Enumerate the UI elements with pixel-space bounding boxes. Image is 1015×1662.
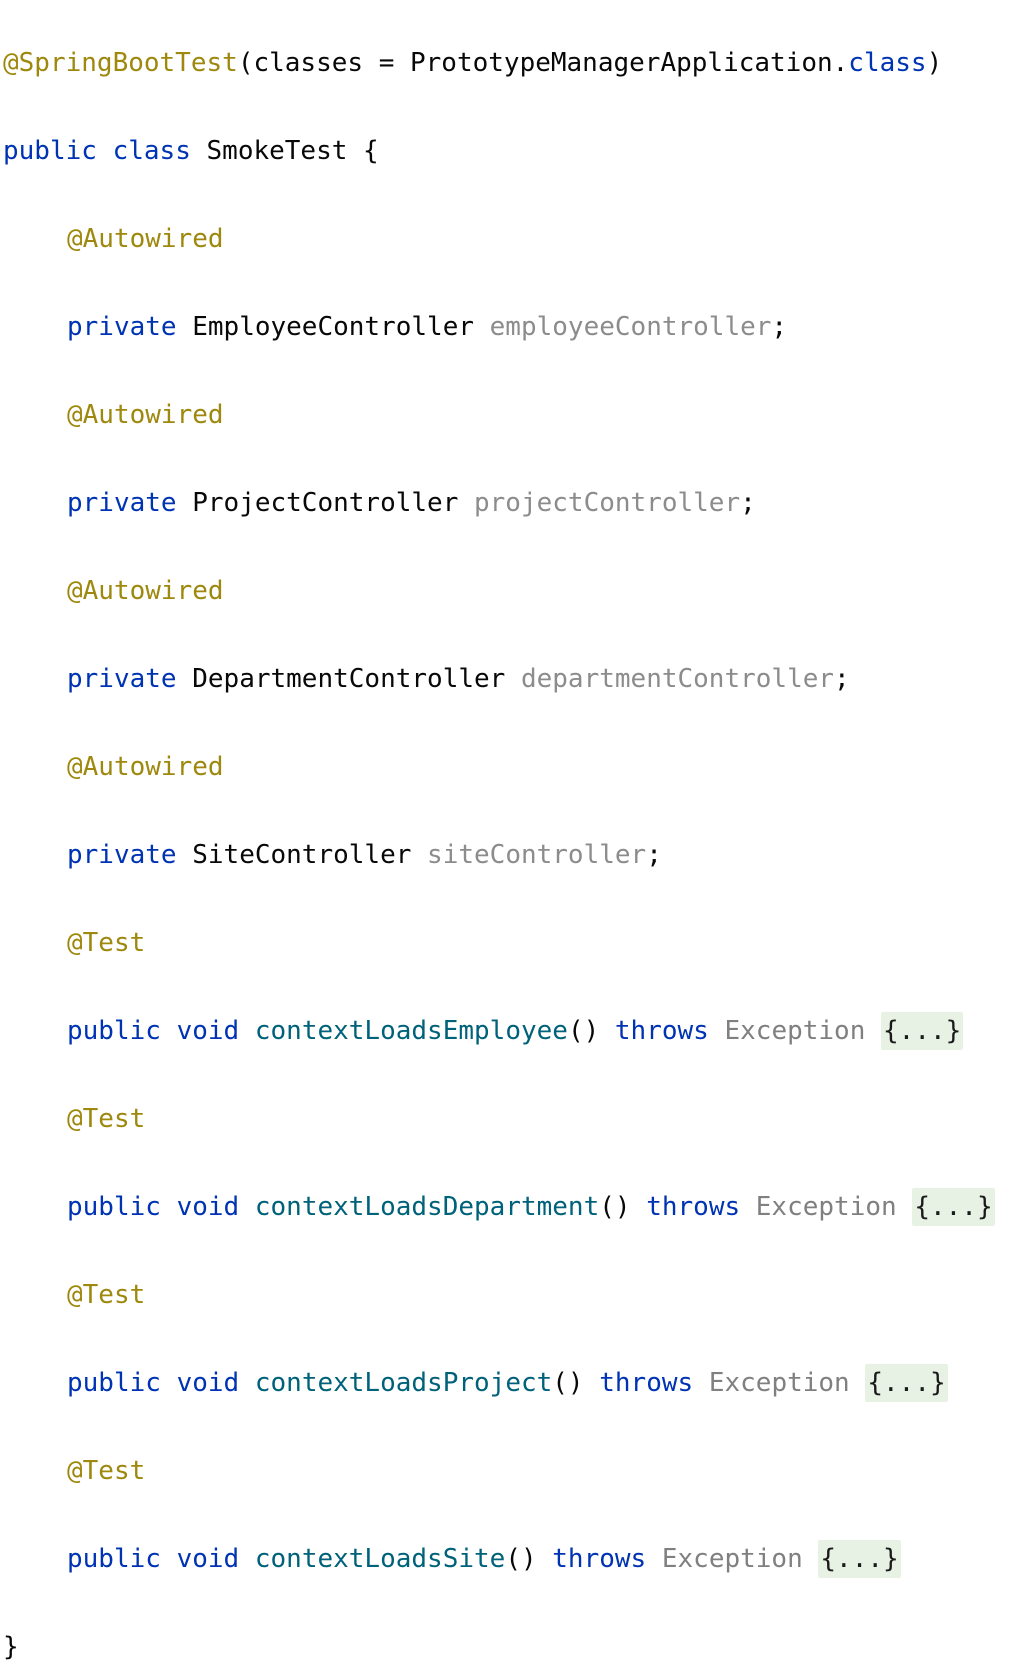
keyword: void [176, 1368, 240, 1398]
code-line: @Test [3, 1097, 995, 1141]
type-name: ProjectController [192, 488, 459, 518]
annotation: @Test [67, 1456, 146, 1486]
keyword: private [67, 488, 177, 518]
method-name: contextLoadsEmployee [254, 1016, 568, 1046]
annotation: @Test [67, 1280, 146, 1310]
code-line: @SpringBootTest(classes = PrototypeManag… [3, 41, 995, 85]
code-line: @Autowired [3, 745, 995, 789]
keyword: public [67, 1016, 161, 1046]
keyword: private [67, 664, 177, 694]
keyword: throws [552, 1544, 647, 1574]
code-line: @Test [3, 921, 995, 965]
field-name: employeeController [489, 312, 772, 342]
semicolon: ; [646, 840, 662, 870]
method-name: contextLoadsDepartment [254, 1192, 600, 1222]
parens: () [552, 1368, 584, 1398]
code-line: private DepartmentController departmentC… [3, 657, 995, 701]
code-block: @SpringBootTest(classes = PrototypeManag… [3, 0, 995, 1662]
code-line: private ProjectController projectControl… [3, 481, 995, 525]
folded-body-toggle[interactable]: {...} [912, 1188, 995, 1226]
keyword: public [67, 1544, 161, 1574]
class-name: SmokeTest [206, 136, 348, 166]
exception-type: Exception [755, 1192, 897, 1222]
keyword: void [176, 1544, 240, 1574]
code-line: public class SmokeTest { [3, 129, 995, 173]
semicolon: ; [740, 488, 756, 518]
folded-body-toggle[interactable]: {...} [818, 1540, 901, 1578]
folded-body-toggle[interactable]: {...} [865, 1364, 948, 1402]
field-name: departmentController [520, 664, 835, 694]
keyword: public [67, 1192, 161, 1222]
parens: () [599, 1192, 631, 1222]
annotation: @Autowired [67, 400, 224, 430]
type-name: DepartmentController [192, 664, 506, 694]
annotation: @Autowired [67, 224, 224, 254]
keyword: void [176, 1192, 240, 1222]
semicolon: ; [771, 312, 788, 342]
keyword: throws [646, 1192, 741, 1222]
exception-type: Exception [724, 1016, 866, 1046]
code-line: public void contextLoadsProject() throws… [3, 1361, 995, 1405]
keyword: class [112, 136, 191, 166]
exception-type: Exception [661, 1544, 803, 1574]
code-line: public void contextLoadsEmployee() throw… [3, 1009, 995, 1053]
parens: () [505, 1544, 537, 1574]
code-line: @Test [3, 1273, 995, 1317]
annotation: @Test [67, 1104, 146, 1134]
method-name: contextLoadsProject [254, 1368, 553, 1398]
parens: () [567, 1016, 600, 1046]
keyword: class [848, 48, 927, 78]
keyword: public [67, 1368, 161, 1398]
annotation: @Test [67, 928, 146, 958]
keyword: void [176, 1016, 240, 1046]
keyword: private [67, 840, 177, 870]
keyword: throws [614, 1016, 709, 1046]
semicolon: ; [834, 664, 850, 694]
method-name: contextLoadsSite [254, 1544, 506, 1574]
code-line: private EmployeeController employeeContr… [3, 305, 995, 349]
code-editor[interactable]: @SpringBootTest(classes = PrototypeManag… [0, 0, 1015, 1662]
code-line: } [3, 1625, 995, 1662]
annotation: @SpringBootTest [3, 48, 238, 78]
code-line: @Autowired [3, 569, 995, 613]
annotation-args: (classes = PrototypeManagerApplication. [237, 48, 849, 78]
folded-body-toggle[interactable]: {...} [881, 1012, 964, 1050]
type-name: EmployeeController [192, 312, 474, 342]
close-paren: ) [926, 48, 943, 78]
close-brace: } [3, 1632, 19, 1662]
code-line: @Autowired [3, 393, 995, 437]
code-line: @Test [3, 1449, 995, 1493]
field-name: projectController [474, 488, 741, 518]
code-line: public void contextLoadsSite() throws Ex… [3, 1537, 995, 1581]
annotation: @Autowired [67, 576, 224, 606]
code-line: private SiteController siteController; [3, 833, 995, 877]
type-name: SiteController [192, 840, 412, 870]
keyword: throws [599, 1368, 694, 1398]
field-name: siteController [427, 840, 647, 870]
keyword: public [3, 136, 97, 166]
code-line: public void contextLoadsDepartment() thr… [3, 1185, 995, 1229]
keyword: private [67, 312, 177, 342]
open-brace: { [347, 136, 379, 166]
exception-type: Exception [708, 1368, 850, 1398]
annotation: @Autowired [67, 752, 224, 782]
code-line: @Autowired [3, 217, 995, 261]
